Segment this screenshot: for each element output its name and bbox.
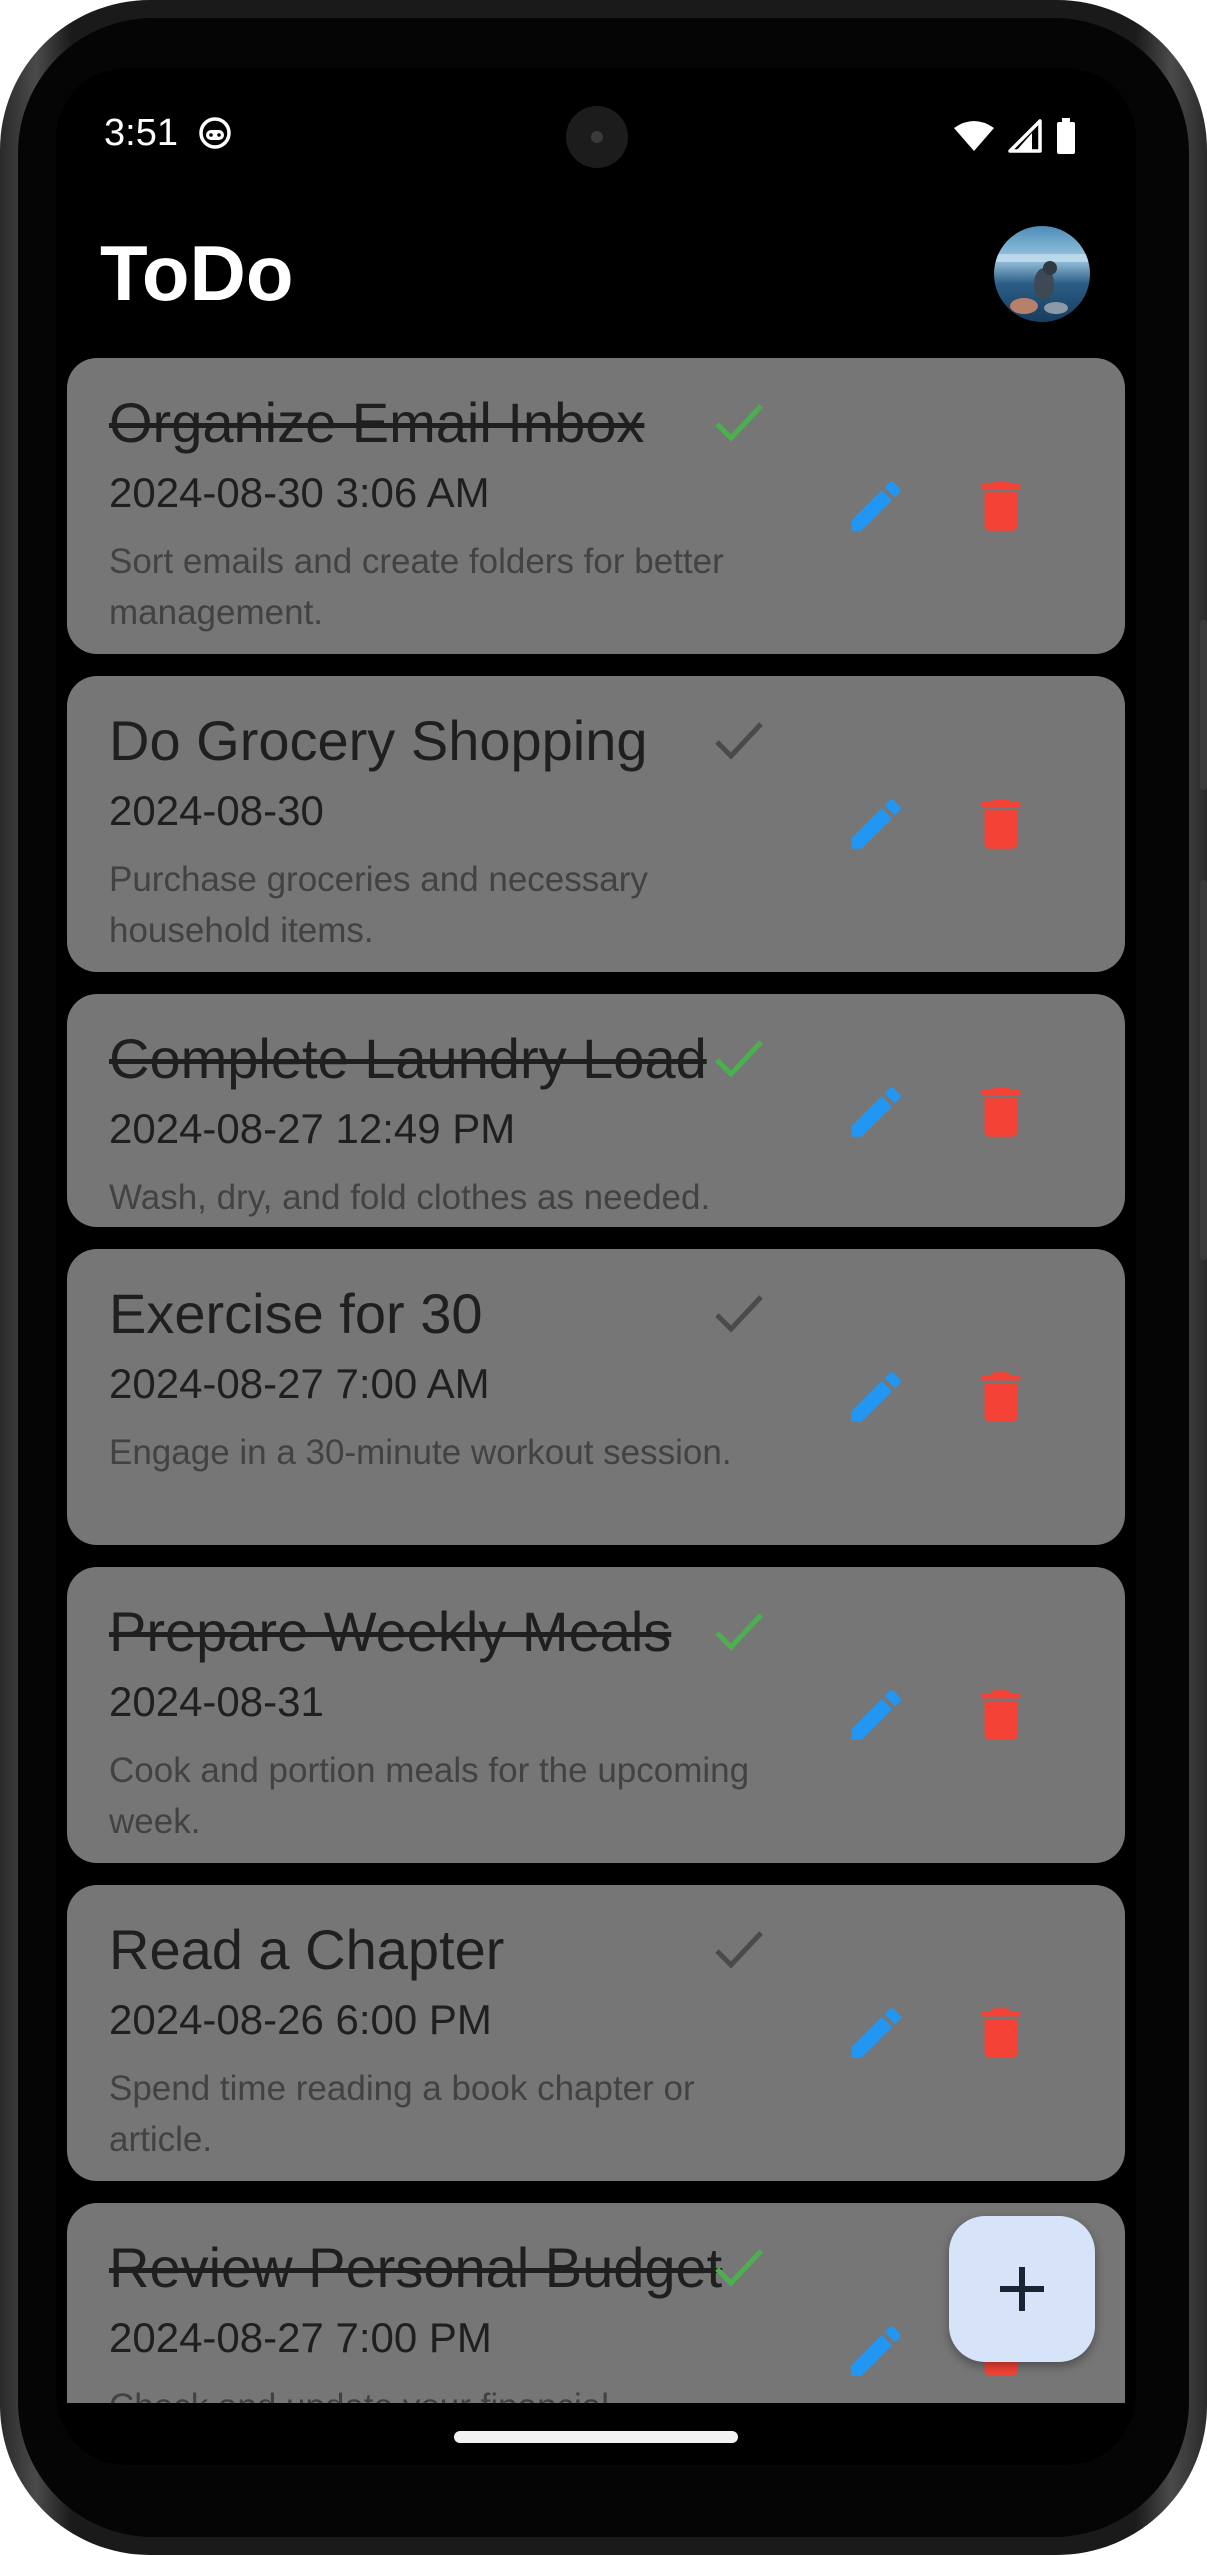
todo-title: Organize Email Inbox (109, 391, 645, 454)
app-title: ToDo (100, 229, 294, 317)
todo-title: Prepare Weekly Meals (109, 1600, 672, 1663)
status-time: 3:51 (104, 112, 178, 154)
todo-date: 2024-08-27 7:00 PM (109, 2314, 492, 2361)
todo-description: Wash, dry, and fold clothes as needed. (109, 1178, 711, 1217)
todo-description: Spend time reading a book chapter or art… (109, 2069, 695, 2159)
check-pending-icon[interactable] (711, 1285, 767, 1341)
screen: 3:51 ToDo Organize Email Inbox 2024-08-3… (56, 68, 1136, 2465)
todo-description: Engage in a 30-minute workout session. (109, 1433, 732, 1472)
delete-icon[interactable] (968, 1364, 1034, 1430)
todo-date: 2024-08-30 3:06 AM (109, 469, 490, 516)
profile-avatar[interactable] (994, 226, 1090, 322)
check-pending-icon[interactable] (711, 712, 767, 768)
todo-description: Check and update your financial (109, 2381, 769, 2403)
todo-date: 2024-08-31 (109, 1678, 324, 1725)
todo-card[interactable]: Prepare Weekly Meals 2024-08-31 Cook and p… (67, 1567, 1125, 1863)
delete-icon[interactable] (968, 791, 1034, 857)
wifi-icon (954, 120, 994, 156)
phone-frame: 3:51 ToDo Organize Email Inbox 2024-08-3… (0, 0, 1207, 2555)
todo-card[interactable]: Organize Email Inbox 2024-08-30 3:06 AM So… (67, 358, 1125, 654)
check-done-icon[interactable] (711, 1030, 767, 1086)
todo-date: 2024-08-27 7:00 AM (109, 1360, 490, 1407)
todo-card[interactable]: Exercise for 30 2024-08-27 7:00 AM Engage … (67, 1249, 1125, 1545)
todo-title: Do Grocery Shopping (109, 709, 648, 772)
todo-title: Read a Chapter (109, 1918, 505, 1981)
volume-button (1200, 880, 1207, 1260)
check-pending-icon[interactable] (711, 1921, 767, 1977)
check-done-icon[interactable] (711, 394, 767, 450)
todo-date: 2024-08-26 6:00 PM (109, 1996, 492, 2043)
todo-title: Complete Laundry Load (109, 1027, 707, 1090)
edit-icon[interactable] (843, 1682, 909, 1748)
todo-card[interactable]: Do Grocery Shopping 2024-08-30 Purchase gr… (67, 676, 1125, 972)
todo-description: Purchase groceries and necessary househo… (109, 860, 648, 950)
delete-icon[interactable] (968, 1079, 1034, 1145)
todo-date: 2024-08-27 12:49 PM (109, 1105, 516, 1152)
todo-list[interactable]: Organize Email Inbox 2024-08-30 3:06 AM So… (56, 358, 1136, 2403)
battery-icon (1056, 118, 1076, 158)
todo-card[interactable]: Read a Chapter 2024-08-26 6:00 PM Spend ti… (67, 1885, 1125, 2181)
home-indicator[interactable] (454, 2431, 738, 2443)
edit-icon[interactable] (843, 791, 909, 857)
add-icon (1000, 2267, 1044, 2311)
front-camera (566, 106, 628, 168)
edit-icon[interactable] (843, 2318, 909, 2384)
cellular-signal-icon (1008, 119, 1042, 157)
edit-icon[interactable] (843, 2000, 909, 2066)
todo-description: Cook and portion meals for the upcoming … (109, 1751, 750, 1841)
check-done-icon[interactable] (711, 1603, 767, 1659)
power-button (1200, 620, 1207, 790)
todo-title: Exercise for 30 (109, 1282, 483, 1345)
android-notification-icon (198, 116, 232, 154)
edit-icon[interactable] (843, 473, 909, 539)
todo-description: Sort emails and create folders for bette… (109, 542, 724, 632)
check-done-icon[interactable] (711, 2239, 767, 2295)
add-todo-button[interactable] (949, 2216, 1095, 2362)
edit-icon[interactable] (843, 1079, 909, 1145)
todo-card[interactable]: Complete Laundry Load 2024-08-27 12:49 PM… (67, 994, 1125, 1227)
delete-icon[interactable] (968, 1682, 1034, 1748)
delete-icon[interactable] (968, 473, 1034, 539)
status-bar: 3:51 (56, 68, 1136, 198)
edit-icon[interactable] (843, 1364, 909, 1430)
delete-icon[interactable] (968, 2000, 1034, 2066)
todo-date: 2024-08-30 (109, 787, 324, 834)
todo-title: Review Personal Budget (109, 2236, 723, 2299)
